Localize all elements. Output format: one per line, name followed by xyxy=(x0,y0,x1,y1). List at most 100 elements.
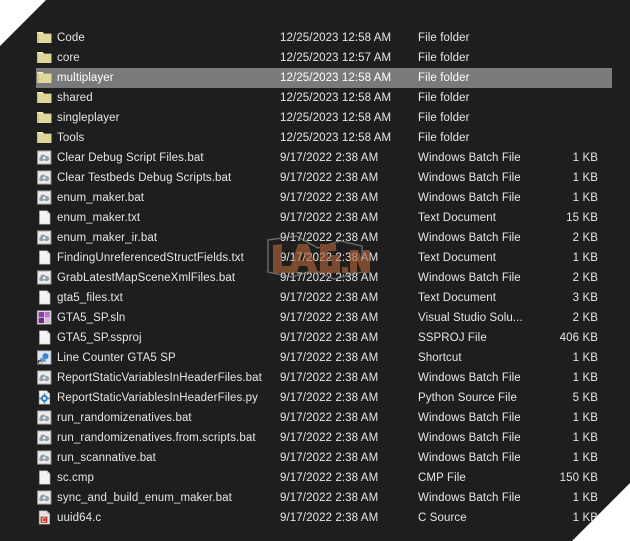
file-name-cell: ReportStaticVariablesInHeaderFiles.bat xyxy=(57,372,262,384)
file-list[interactable]: Code 12/25/2023 12:58 AM File folder core 1… xyxy=(0,28,630,528)
file-size-cell: 1 KB xyxy=(572,172,598,184)
file-name-cell: GTA5_SP.ssproj xyxy=(57,332,142,344)
date-modified-cell: 9/17/2022 2:38 AM xyxy=(280,352,379,364)
date-modified-cell: 9/17/2022 2:38 AM xyxy=(280,292,379,304)
file-type-cell: Text Document xyxy=(418,212,496,224)
date-modified-cell: 12/25/2023 12:58 AM xyxy=(280,72,392,84)
file-list-row[interactable]: Line Counter GTA5 SP 9/17/2022 2:38 AM Sho… xyxy=(0,348,630,368)
file-name-cell: uuid64.c xyxy=(57,512,102,524)
file-type-cell: File folder xyxy=(418,72,470,84)
batch-file-icon xyxy=(36,410,54,426)
file-name-cell: sync_and_build_enum_maker.bat xyxy=(57,492,232,504)
generic-file-icon xyxy=(36,330,54,346)
folder-icon xyxy=(36,30,54,46)
file-list-row[interactable]: core 12/25/2023 12:57 AM File folder xyxy=(0,48,630,68)
date-modified-cell: 9/17/2022 2:38 AM xyxy=(280,332,379,344)
file-name-cell: singleplayer xyxy=(57,112,120,124)
date-modified-cell: 9/17/2022 2:38 AM xyxy=(280,152,379,164)
shortcut-icon xyxy=(36,350,54,366)
file-list-row[interactable]: FindingUnreferencedStructFields.txt 9/17/… xyxy=(0,248,630,268)
folder-icon xyxy=(36,130,54,146)
date-modified-cell: 12/25/2023 12:58 AM xyxy=(280,32,392,44)
file-size-cell: 15 KB xyxy=(566,212,598,224)
file-list-row[interactable]: run_randomizenatives.bat 9/17/2022 2:38 A… xyxy=(0,408,630,428)
file-size-cell: 1 KB xyxy=(572,432,598,444)
file-list-row[interactable]: run_randomizenatives.from.scripts.bat 9/1… xyxy=(0,428,630,448)
folder-icon xyxy=(36,50,54,66)
date-modified-cell: 9/17/2022 2:38 AM xyxy=(280,432,379,444)
date-modified-cell: 9/17/2022 2:38 AM xyxy=(280,272,379,284)
file-list-row[interactable]: multiplayer 12/25/2023 12:58 AM File folde… xyxy=(0,68,630,88)
file-type-cell: C Source xyxy=(418,512,467,524)
file-size-cell: 1 KB xyxy=(572,492,598,504)
visual-studio-solution-icon xyxy=(36,310,54,326)
date-modified-cell: 12/25/2023 12:58 AM xyxy=(280,92,392,104)
file-size-cell: 2 KB xyxy=(572,272,598,284)
file-type-cell: Windows Batch File xyxy=(418,172,521,184)
file-size-cell xyxy=(520,68,598,88)
file-type-cell: Visual Studio Solu... xyxy=(418,312,523,324)
file-list-row[interactable]: sc.cmp 9/17/2022 2:38 AM CMP File 150 KB xyxy=(0,468,630,488)
date-modified-cell: 9/17/2022 2:38 AM xyxy=(280,312,379,324)
date-modified-cell: 9/17/2022 2:38 AM xyxy=(280,452,379,464)
file-list-row[interactable]: Tools 12/25/2023 12:58 AM File folder xyxy=(0,128,630,148)
date-modified-cell: 9/17/2022 2:38 AM xyxy=(280,192,379,204)
file-list-row[interactable]: sync_and_build_enum_maker.bat 9/17/2022 2… xyxy=(0,488,630,508)
file-list-row[interactable]: ReportStaticVariablesInHeaderFiles.bat 9/… xyxy=(0,368,630,388)
file-name-cell: enum_maker_ir.bat xyxy=(57,232,158,244)
svg-text:C: C xyxy=(42,518,47,524)
file-list-row[interactable]: GTA5_SP.ssproj 9/17/2022 2:38 AM SSPROJ Fi… xyxy=(0,328,630,348)
file-list-row[interactable]: enum_maker_ir.bat 9/17/2022 2:38 AM Window… xyxy=(0,228,630,248)
file-list-row[interactable]: run_scannative.bat 9/17/2022 2:38 AM Windo… xyxy=(0,448,630,468)
file-type-cell: File folder xyxy=(418,32,470,44)
file-list-row[interactable]: enum_maker.txt 9/17/2022 2:38 AM Text Docu… xyxy=(0,208,630,228)
file-size-cell xyxy=(520,48,598,68)
file-name-cell: enum_maker.bat xyxy=(57,192,145,204)
file-type-cell: Windows Batch File xyxy=(418,232,521,244)
file-list-row[interactable]: gta5_files.txt 9/17/2022 2:38 AM Text Docu… xyxy=(0,288,630,308)
file-list-row[interactable]: Clear Testbeds Debug Scripts.bat 9/17/202… xyxy=(0,168,630,188)
file-type-cell: Python Source File xyxy=(418,392,517,404)
file-list-row[interactable]: GTA5_SP.sln 9/17/2022 2:38 AM Visual Studi… xyxy=(0,308,630,328)
file-name-cell: core xyxy=(57,52,80,64)
folder-icon xyxy=(36,110,54,126)
file-type-cell: Windows Batch File xyxy=(418,192,521,204)
date-modified-cell: 9/17/2022 2:38 AM xyxy=(280,372,379,384)
file-size-cell: 1 KB xyxy=(572,252,598,264)
file-type-cell: Windows Batch File xyxy=(418,492,521,504)
date-modified-cell: 9/17/2022 2:38 AM xyxy=(280,412,379,424)
file-list-row[interactable]: ReportStaticVariablesInHeaderFiles.py 9/1… xyxy=(0,388,630,408)
file-list-row[interactable]: shared 12/25/2023 12:58 AM File folder xyxy=(0,88,630,108)
file-list-row[interactable]: singleplayer 12/25/2023 12:58 AM File fold… xyxy=(0,108,630,128)
file-name-cell: Clear Debug Script Files.bat xyxy=(57,152,204,164)
batch-file-icon xyxy=(36,490,54,506)
date-modified-cell: 9/17/2022 2:38 AM xyxy=(280,472,379,484)
text-document-icon xyxy=(36,210,54,226)
file-list-row[interactable]: Clear Debug Script Files.bat 9/17/2022 2:… xyxy=(0,148,630,168)
text-document-icon xyxy=(36,290,54,306)
file-list-row[interactable]: enum_maker.bat 9/17/2022 2:38 AM Windows B… xyxy=(0,188,630,208)
date-modified-cell: 12/25/2023 12:58 AM xyxy=(280,132,392,144)
date-modified-cell: 9/17/2022 2:38 AM xyxy=(280,172,379,184)
batch-file-icon xyxy=(36,170,54,186)
file-type-cell: Windows Batch File xyxy=(418,272,521,284)
date-modified-cell: 9/17/2022 2:38 AM xyxy=(280,232,379,244)
file-size-cell: 1 KB xyxy=(572,412,598,424)
file-list-row[interactable]: GrabLatestMapSceneXmlFiles.bat 9/17/2022 … xyxy=(0,268,630,288)
file-size-cell: 1 KB xyxy=(572,352,598,364)
file-type-cell: SSPROJ File xyxy=(418,332,487,344)
file-list-row[interactable]: C uuid64.c 9/17/2022 2:38 AM C Source 1 KB xyxy=(0,508,630,528)
generic-file-icon xyxy=(36,470,54,486)
date-modified-cell: 9/17/2022 2:38 AM xyxy=(280,252,379,264)
python-file-icon xyxy=(36,390,54,406)
file-list-row[interactable]: Code 12/25/2023 12:58 AM File folder xyxy=(0,28,630,48)
file-name-cell: ReportStaticVariablesInHeaderFiles.py xyxy=(57,392,258,404)
file-type-cell: File folder xyxy=(418,92,470,104)
text-document-icon xyxy=(36,250,54,266)
file-name-cell: multiplayer xyxy=(57,72,114,84)
date-modified-cell: 12/25/2023 12:57 AM xyxy=(280,52,392,64)
batch-file-icon xyxy=(36,270,54,286)
file-type-cell: Windows Batch File xyxy=(418,412,521,424)
date-modified-cell: 9/17/2022 2:38 AM xyxy=(280,212,379,224)
file-size-cell: 150 KB xyxy=(559,472,598,484)
